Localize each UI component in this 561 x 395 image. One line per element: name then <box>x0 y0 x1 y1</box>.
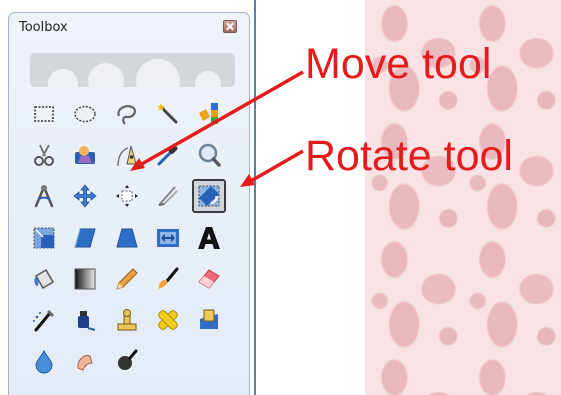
blend-icon[interactable] <box>68 262 102 296</box>
flip-icon[interactable] <box>151 221 185 255</box>
rotate-tool-callout: Rotate tool <box>305 132 513 180</box>
select-by-color-icon[interactable] <box>192 97 226 131</box>
pencil-icon[interactable] <box>110 262 144 296</box>
ink-icon[interactable] <box>68 303 102 337</box>
shear-icon[interactable] <box>68 221 102 255</box>
move-icon[interactable] <box>68 179 102 213</box>
bucket-fill-icon[interactable] <box>27 262 61 296</box>
clone-icon[interactable] <box>110 303 144 337</box>
eraser-icon[interactable] <box>192 262 226 296</box>
text-icon[interactable] <box>192 221 226 255</box>
perspective-icon[interactable] <box>110 221 144 255</box>
scale-icon[interactable] <box>27 221 61 255</box>
measure-icon[interactable] <box>27 179 61 213</box>
airbrush-icon[interactable] <box>27 303 61 337</box>
heal-icon[interactable] <box>151 303 185 337</box>
zoom-icon[interactable] <box>192 138 226 172</box>
wilber-logo <box>30 53 235 87</box>
toolbox-panel: Toolbox <box>8 12 250 395</box>
rotate-icon[interactable] <box>192 179 226 213</box>
rotate-tool-arrow <box>250 149 304 183</box>
fuzzy-select-icon[interactable] <box>151 97 185 131</box>
paths-icon[interactable] <box>110 138 144 172</box>
toolbox-title: Toolbox <box>19 20 68 35</box>
blur-sharpen-icon[interactable] <box>27 344 61 378</box>
panel-divider[interactable] <box>254 0 256 395</box>
foreground-select-icon[interactable] <box>68 138 102 172</box>
close-icon[interactable] <box>223 20 237 33</box>
crop-icon[interactable] <box>151 179 185 213</box>
color-picker-icon[interactable] <box>151 138 185 172</box>
perspective-clone-icon[interactable] <box>192 303 226 337</box>
ellipse-select-icon[interactable] <box>68 97 102 131</box>
paintbrush-icon[interactable] <box>151 262 185 296</box>
free-select-icon[interactable] <box>110 97 144 131</box>
move-tool-callout: Move tool <box>305 40 492 88</box>
align-icon[interactable] <box>110 179 144 213</box>
rect-select-icon[interactable] <box>27 97 61 131</box>
smudge-icon[interactable] <box>68 344 102 378</box>
scissors-select-icon[interactable] <box>27 138 61 172</box>
dodge-burn-icon[interactable] <box>110 344 144 378</box>
